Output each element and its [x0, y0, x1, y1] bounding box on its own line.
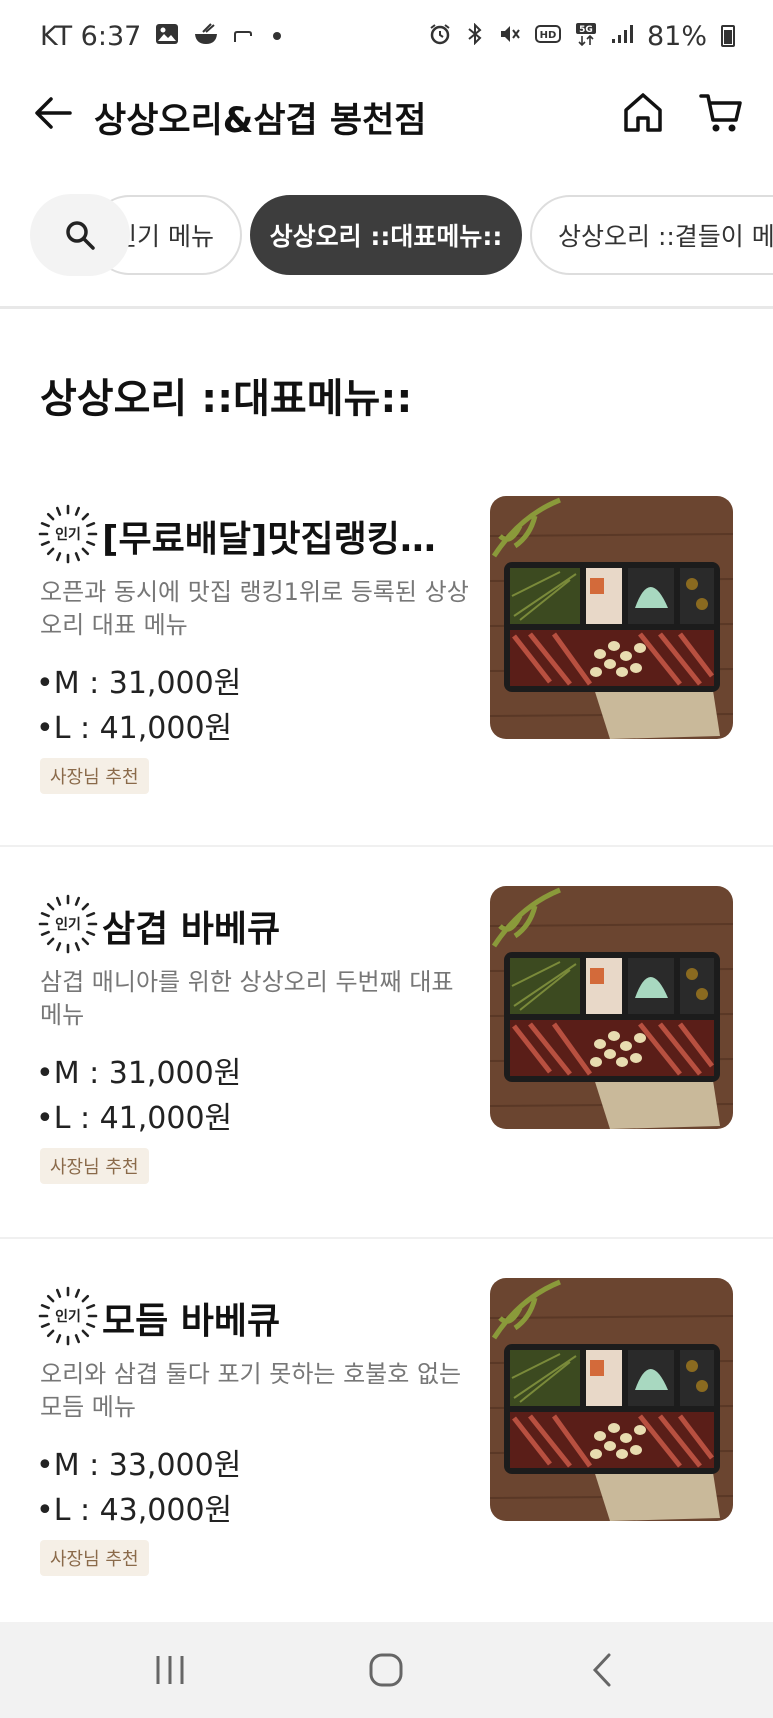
nfc-icon [233, 24, 253, 48]
menu-item-price-m: •M : 31,000원 [36, 1056, 242, 1091]
recent-apps-icon [156, 1656, 184, 1684]
menu-item-name: 삼겹 바베큐 [102, 909, 281, 950]
svg-text:HD: HD [540, 30, 557, 41]
menu-item-image [490, 496, 733, 739]
menu-item-image [490, 1278, 733, 1521]
search-button[interactable] [30, 194, 130, 276]
owner-recommend-tag: 사장님 추천 [40, 1148, 149, 1184]
menu-item-name: [무료배달]맛집랭킹1위... [102, 519, 452, 560]
status-bar: KT 6:37 HD 5G 81% [0, 0, 773, 72]
notification-dot [273, 32, 282, 40]
back-button[interactable] [30, 90, 76, 136]
svg-text:인기: 인기 [55, 1308, 81, 1325]
popular-badge: 인기 [38, 1286, 98, 1346]
divider [0, 306, 773, 309]
status-right: HD 5G 81% [429, 21, 735, 52]
menu-item[interactable]: 인기 [무료배달]맛집랭킹1위... 오픈과 동시에 맛집 랭킹1위로 등록된 … [0, 458, 773, 848]
section-title: 상상오리 ::대표메뉴:: [40, 376, 413, 422]
chevron-left-icon [592, 1653, 611, 1687]
svg-text:인기: 인기 [55, 916, 81, 933]
recent-apps-button[interactable] [140, 1646, 200, 1694]
popular-badge-icon: 인기 [38, 504, 98, 564]
gallery-icon [155, 23, 179, 49]
chip-label: 상상오리 ::대표메뉴:: [269, 222, 503, 251]
home-circle-icon [369, 1653, 403, 1687]
battery-percent: 81% [646, 20, 707, 52]
popular-badge: 인기 [38, 894, 98, 954]
cart-button[interactable] [698, 90, 746, 138]
menu-item-price-l: •L : 43,000원 [36, 1493, 233, 1528]
menu-item[interactable]: 인기 삼겹 바베큐 삼겹 매니아를 위한 상상오리 두번째 대표 메뉴 •M :… [0, 848, 773, 1238]
back-nav-button[interactable] [572, 1646, 632, 1694]
chip-label: 상상오리 ::곁들이 메뉴 [558, 222, 773, 251]
menu-item-description: 삼겹 매니아를 위한 상상오리 두번째 대표 메뉴 [40, 968, 454, 1029]
popular-badge-icon: 인기 [38, 894, 98, 954]
menu-item-image [490, 886, 733, 1129]
5g-icon: 5G [575, 22, 597, 50]
system-nav-bar [0, 1622, 773, 1718]
category-chip-side[interactable]: 상상오리 ::곁들이 메뉴 [530, 195, 773, 275]
category-chips: 인기 메뉴 상상오리 ::대표메뉴:: 상상오리 ::곁들이 메뉴 [0, 190, 773, 280]
bluetooth-icon [465, 22, 485, 49]
header: 상상오리&삼겹 봉천점 [0, 72, 773, 158]
store-title: 상상오리&삼겹 봉천점 [94, 101, 427, 141]
menu-item-description: 오픈과 동시에 맛집 랭킹1위로 등록된 상상오리 대표 메뉴 [40, 578, 469, 639]
arrow-left-icon [35, 97, 72, 129]
menu-item-description: 오리와 삼겹 둘다 포기 못하는 호불호 없는 모듬 메뉴 [40, 1360, 462, 1421]
menu-item-name: 모듬 바베큐 [102, 1301, 281, 1342]
menu-item[interactable]: 인기 모듬 바베큐 오리와 삼겹 둘다 포기 못하는 호불호 없는 모듬 메뉴 … [0, 1240, 773, 1630]
carrier-time: KT 6:37 [40, 20, 142, 52]
category-chip-signature[interactable]: 상상오리 ::대표메뉴:: [250, 195, 522, 275]
hd-icon: HD [534, 24, 561, 48]
popular-badge: 인기 [38, 504, 98, 564]
svg-text:5G: 5G [579, 25, 593, 35]
battery-icon [721, 25, 735, 47]
cart-icon [699, 94, 742, 132]
home-icon [624, 93, 662, 132]
menu-item-price-l: •L : 41,000원 [36, 711, 233, 746]
owner-recommend-tag: 사장님 추천 [40, 1540, 149, 1576]
bowl-icon [193, 22, 219, 50]
menu-item-price-m: •M : 31,000원 [36, 666, 242, 701]
home-button[interactable] [620, 90, 668, 138]
signal-icon [611, 24, 633, 48]
popular-badge-icon: 인기 [38, 1286, 98, 1346]
svg-text:인기: 인기 [55, 526, 81, 543]
owner-recommend-tag: 사장님 추천 [40, 758, 149, 794]
menu-item-price-m: •M : 33,000원 [36, 1448, 242, 1483]
status-left: KT 6:37 [40, 20, 282, 52]
home-nav-button[interactable] [356, 1646, 416, 1694]
mute-icon [499, 23, 521, 49]
item-divider [0, 1237, 773, 1239]
item-divider [0, 845, 773, 847]
alarm-icon [429, 23, 451, 49]
menu-item-price-l: •L : 41,000원 [36, 1101, 233, 1136]
search-icon [66, 221, 95, 250]
